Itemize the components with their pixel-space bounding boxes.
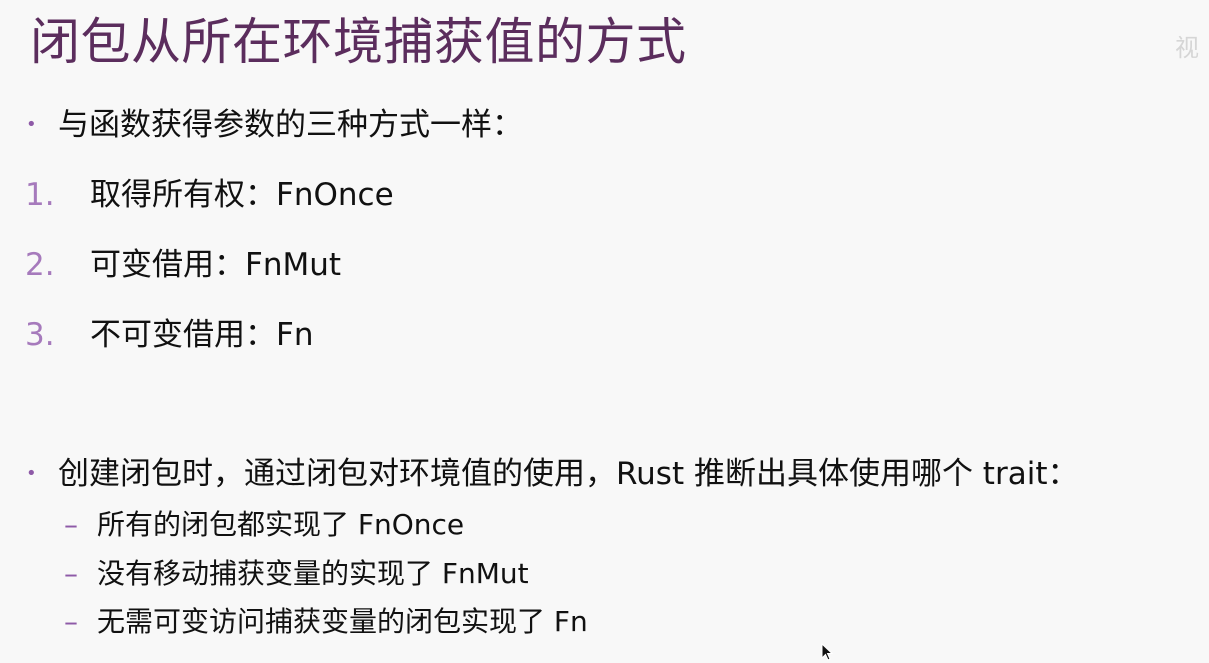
dash-icon: – [64, 508, 78, 541]
dash-icon: – [64, 557, 78, 590]
number-marker-1: 1. [25, 177, 55, 213]
sub-item-3-text: 无需可变访问捕获变量的闭包实现了 Fn [97, 605, 588, 638]
inference-bullet-text: 创建闭包时，通过闭包对环境值的使用，Rust 推断出具体使用哪个 trait： [58, 456, 1079, 492]
numbered-item-1-text: 取得所有权：FnOnce [90, 177, 394, 213]
number-marker-2: 2. [25, 247, 55, 283]
bullet-dot-icon: • [26, 114, 37, 135]
numbered-item-3-text: 不可变借用：Fn [90, 317, 314, 353]
mouse-pointer-icon [821, 643, 833, 661]
numbered-item-2-text: 可变借用：FnMut [90, 247, 342, 283]
sub-item-1-text: 所有的闭包都实现了 FnOnce [97, 508, 465, 541]
slide-page: 闭包从所在环境捕获值的方式 视 • 与函数获得参数的三种方式一样： 1. 取得所… [0, 0, 1209, 663]
intro-bullet-text: 与函数获得参数的三种方式一样： [58, 107, 523, 143]
sub-item-2-text: 没有移动捕获变量的实现了 FnMut [97, 557, 529, 590]
watermark-icon: 视 [1175, 34, 1199, 62]
dash-icon: – [64, 605, 78, 638]
slide-title: 闭包从所在环境捕获值的方式 [30, 13, 687, 71]
number-marker-3: 3. [25, 317, 55, 353]
bullet-dot-icon: • [26, 463, 37, 484]
